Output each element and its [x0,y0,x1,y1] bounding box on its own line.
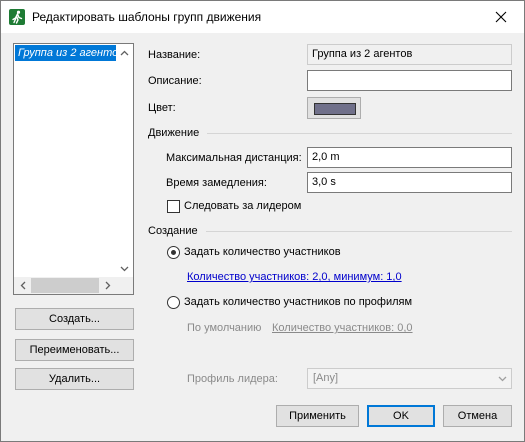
chevron-right-icon [105,281,110,290]
scroll-right-button[interactable] [99,277,116,294]
apply-button[interactable]: Применить [276,405,359,427]
profiles-radio-label[interactable]: Задать количество участников по профилям [184,296,412,308]
rename-button[interactable]: Переименовать... [15,339,134,361]
close-icon [495,11,507,23]
max-distance-field[interactable]: 2,0 m [307,147,512,168]
profiles-radio[interactable] [167,296,180,309]
max-distance-label: Максимальная дистанция: [166,152,302,164]
movement-divider [207,133,512,134]
title-bar: Редактировать шаблоны групп движения [1,1,524,33]
running-man-icon [9,9,25,25]
movement-section-title: Движение [148,127,200,139]
dialog-window: Редактировать шаблоны групп движения Гру… [0,0,525,442]
dropdown-arrow[interactable] [494,369,511,388]
leader-profile-select[interactable]: [Any] [307,368,512,389]
scroll-down-button[interactable] [116,260,133,277]
list-item[interactable]: Группа из 2 агентов [15,45,120,61]
count-radio-label[interactable]: Задать количество участников [184,246,341,258]
slowdown-time-field[interactable]: 3,0 s [307,172,512,193]
group-templates-list[interactable]: Группа из 2 агентов [13,43,134,295]
description-label: Описание: [148,75,202,87]
chevron-down-icon [120,266,129,271]
creation-divider [206,231,512,232]
count-radio[interactable] [167,246,180,259]
close-button[interactable] [478,1,524,33]
name-field[interactable]: Группа из 2 агентов [307,44,512,65]
chevron-down-icon [498,376,507,381]
window-title: Редактировать шаблоны групп движения [32,10,262,24]
create-button[interactable]: Создать... [15,308,134,330]
leader-profile-value: [Any] [313,372,339,384]
cancel-button[interactable]: Отмена [443,405,512,427]
ok-button[interactable]: OK [367,405,435,427]
count-link[interactable]: Количество участников: 2,0, минимум: 1,0 [187,271,402,283]
scroll-left-button[interactable] [14,277,31,294]
vertical-scrollbar[interactable] [116,44,133,294]
horizontal-scroll-thumb[interactable] [31,278,99,293]
color-swatch [314,103,356,115]
delete-button[interactable]: Удалить... [15,368,134,390]
color-label: Цвет: [148,102,176,114]
scroll-up-button[interactable] [116,44,133,61]
chevron-up-icon [120,50,129,55]
creation-section-title: Создание [148,225,198,237]
default-label: По умолчанию [187,322,262,334]
description-field[interactable] [307,70,512,91]
slowdown-time-label: Время замедления: [166,177,267,189]
horizontal-scrollbar[interactable] [14,277,133,294]
leader-profile-label: Профиль лидера: [187,373,278,385]
default-count-link[interactable]: Количество участников: 0,0 [272,322,413,334]
name-label: Название: [148,49,201,61]
follow-leader-checkbox[interactable] [167,200,180,213]
chevron-left-icon [20,281,25,290]
color-picker-button[interactable] [307,97,361,119]
follow-leader-label[interactable]: Следовать за лидером [184,200,301,212]
